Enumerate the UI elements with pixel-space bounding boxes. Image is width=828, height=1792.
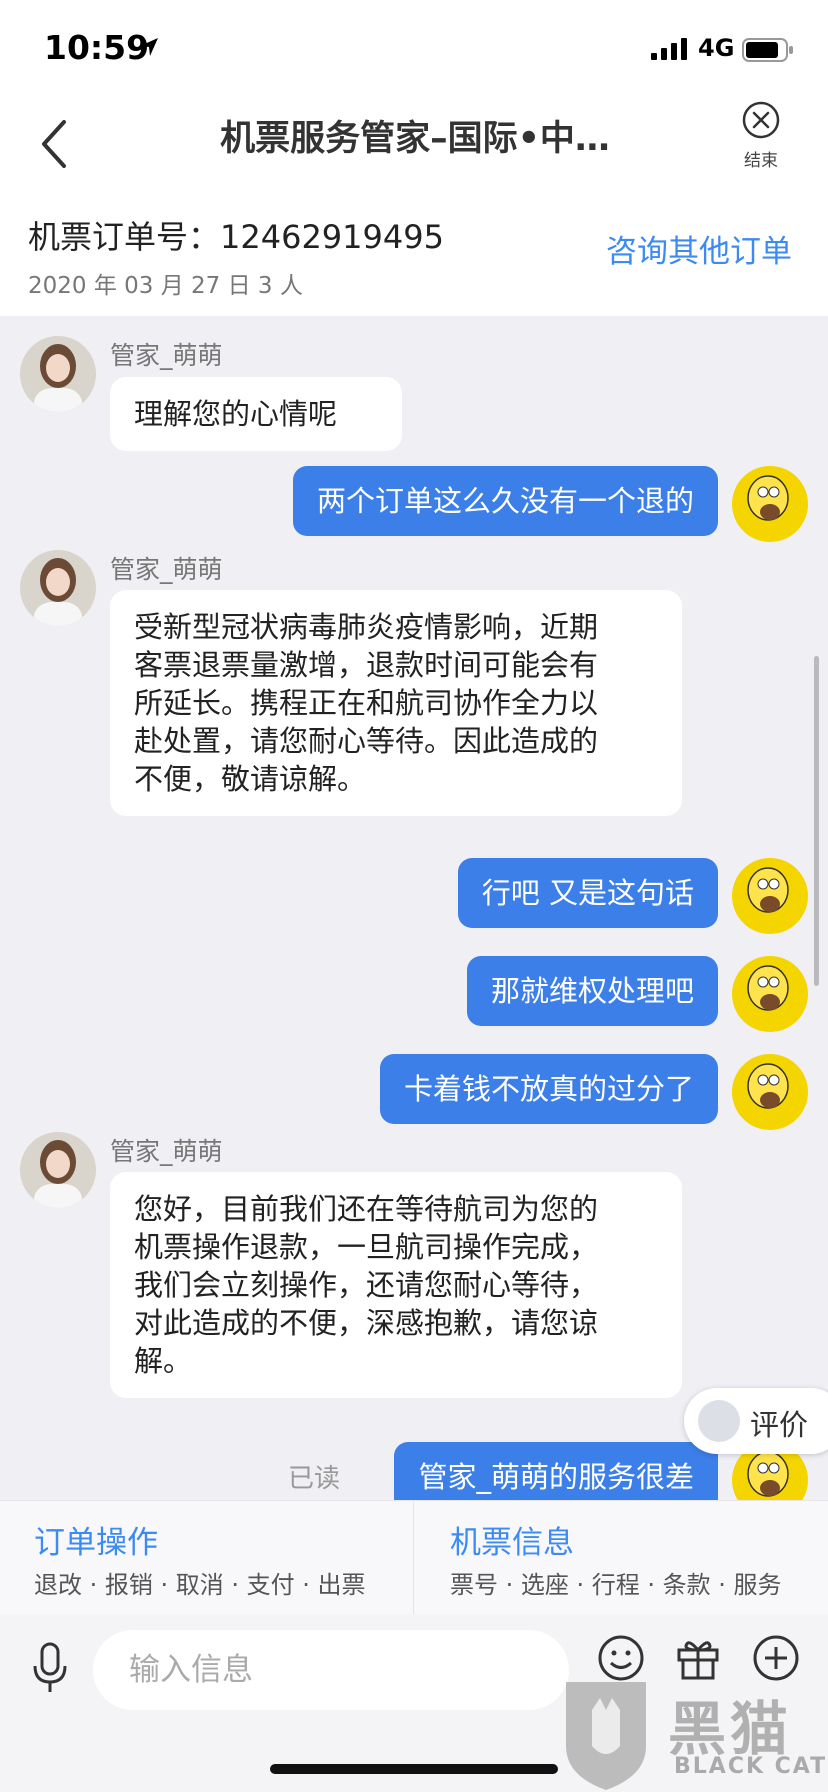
message-line: 受新型冠状病毒肺炎疫情影响，近期 (134, 610, 599, 644)
order-meta: 2020 年 03 月 27 日 3 人 (28, 273, 303, 299)
battery-icon (742, 38, 793, 62)
message-bubble[interactable]: 行吧 又是这句话 (457, 858, 718, 928)
agent-avatar[interactable] (20, 550, 96, 626)
order-operations-entry[interactable]: 订单操作 退改 · 报销 · 取消 · 支付 · 出票 (0, 1501, 413, 1615)
message-bubble[interactable]: 卡着钱不放真的过分了 (379, 1054, 718, 1124)
cat-shield-icon (566, 1682, 646, 1790)
message-bubble[interactable]: 两个订单这么久没有一个退的 (292, 466, 718, 536)
end-label: 结束 (744, 151, 778, 171)
agent-avatar[interactable] (20, 1132, 96, 1208)
user-avatar[interactable] (732, 1054, 808, 1130)
emoji-icon[interactable] (597, 1634, 645, 1682)
status-time: 10:59 (44, 28, 150, 67)
order-operations-subtitle: 退改 · 报销 · 取消 · 支付 · 出票 (34, 1571, 366, 1599)
close-circle-icon (742, 101, 780, 139)
order-number: 机票订单号：12462919495 (28, 218, 444, 256)
sender-name: 管家_萌萌 (110, 1137, 223, 1166)
message-line: 对此造成的不便，深感抱歉，请您谅 (134, 1306, 599, 1340)
message-agent: 管家_萌萌 理解您的心情呢 (0, 316, 828, 451)
rate-button[interactable]: 评价 (684, 1388, 828, 1454)
back-chevron-icon[interactable] (34, 114, 78, 174)
message-bubble[interactable]: 受新型冠状病毒肺炎疫情影响，近期 客票退票量激增，退款时间可能会有 所延长。携程… (110, 590, 682, 816)
message-bubble[interactable]: 管家_萌萌的服务很差 (394, 1442, 718, 1500)
message-agent: 管家_萌萌 受新型冠状病毒肺炎疫情影响，近期 客票退票量激增，退款时间可能会有 … (0, 550, 828, 850)
user-avatar[interactable] (732, 956, 808, 1032)
message-user: 两个订单这么久没有一个退的 (0, 466, 828, 546)
smile-icon (698, 1400, 740, 1442)
order-header: 机票订单号：12462919495 2020 年 03 月 27 日 3 人 咨… (0, 206, 828, 316)
message-line: 您好，目前我们还在等待航司为您的 (134, 1192, 599, 1226)
message-line: 机票操作退款，一旦航司操作完成， (134, 1230, 599, 1264)
gift-icon[interactable] (674, 1634, 722, 1682)
read-status: 已读 (288, 1464, 341, 1494)
message-user: 卡着钱不放真的过分了 (0, 1054, 828, 1130)
user-avatar[interactable] (732, 466, 808, 542)
end-chat-button[interactable]: 结束 (730, 100, 792, 171)
location-arrow-icon (140, 38, 158, 56)
plus-circle-icon[interactable] (752, 1634, 800, 1682)
message-agent: 管家_萌萌 您好，目前我们还在等待航司为您的 机票操作退款，一旦航司操作完成， … (0, 1132, 828, 1432)
message-bubble[interactable]: 那就维权处理吧 (466, 956, 718, 1026)
ticket-info-entry[interactable]: 机票信息 票号 · 选座 · 行程 · 条款 · 服务 (414, 1501, 828, 1615)
message-line: 解。 (134, 1344, 193, 1378)
sender-name: 管家_萌萌 (110, 555, 223, 584)
scrollbar[interactable] (814, 656, 819, 986)
agent-avatar[interactable] (20, 336, 96, 412)
message-input[interactable] (93, 1630, 569, 1710)
message-bubble[interactable]: 您好，目前我们还在等待航司为您的 机票操作退款，一旦航司操作完成， 我们会立刻操… (110, 1172, 682, 1398)
rate-label: 评价 (750, 1408, 809, 1442)
network-type: 4G (698, 34, 735, 62)
message-bubble[interactable]: 理解您的心情呢 (110, 377, 402, 451)
message-line: 所延长。携程正在和航司协作全力以 (134, 686, 599, 720)
message-line: 客票退票量激增，退款时间可能会有 (134, 648, 599, 682)
message-line: 我们会立刻操作，还请您耐心等待， (134, 1268, 599, 1302)
microphone-icon[interactable] (30, 1640, 70, 1696)
nav-bar: 机票服务管家–国际•中… 结束 (0, 96, 828, 206)
status-bar: 10:59 4G (0, 0, 828, 96)
sender-name: 管家_萌萌 (110, 341, 223, 370)
message-user: 那就维权处理吧 (0, 956, 828, 1032)
quick-actions-panel: 订单操作 退改 · 报销 · 取消 · 支付 · 出票 机票信息 票号 · 选座… (0, 1500, 828, 1615)
signal-icon (651, 38, 687, 60)
message-user: 行吧 又是这句话 (0, 858, 828, 934)
ticket-info-subtitle: 票号 · 选座 · 行程 · 条款 · 服务 (450, 1571, 782, 1599)
watermark-logo: 黑猫 BLACK CAT (556, 1676, 828, 1792)
user-avatar[interactable] (732, 858, 808, 934)
home-indicator (270, 1764, 558, 1774)
order-operations-title: 订单操作 (34, 1525, 158, 1561)
message-line: 不便，敬请谅解。 (134, 762, 367, 796)
page-title: 机票服务管家–国际•中… (220, 119, 610, 159)
watermark-en: BLACK CAT (674, 1754, 828, 1779)
ticket-info-title: 机票信息 (450, 1525, 574, 1561)
other-orders-link[interactable]: 咨询其他订单 (606, 226, 792, 271)
message-line: 赴处置，请您耐心等待。因此造成的 (134, 724, 599, 758)
chat-area[interactable]: 管家_萌萌 理解您的心情呢 两个订单这么久没有一个退的 管家_萌萌 受新型冠状病… (0, 316, 828, 1500)
